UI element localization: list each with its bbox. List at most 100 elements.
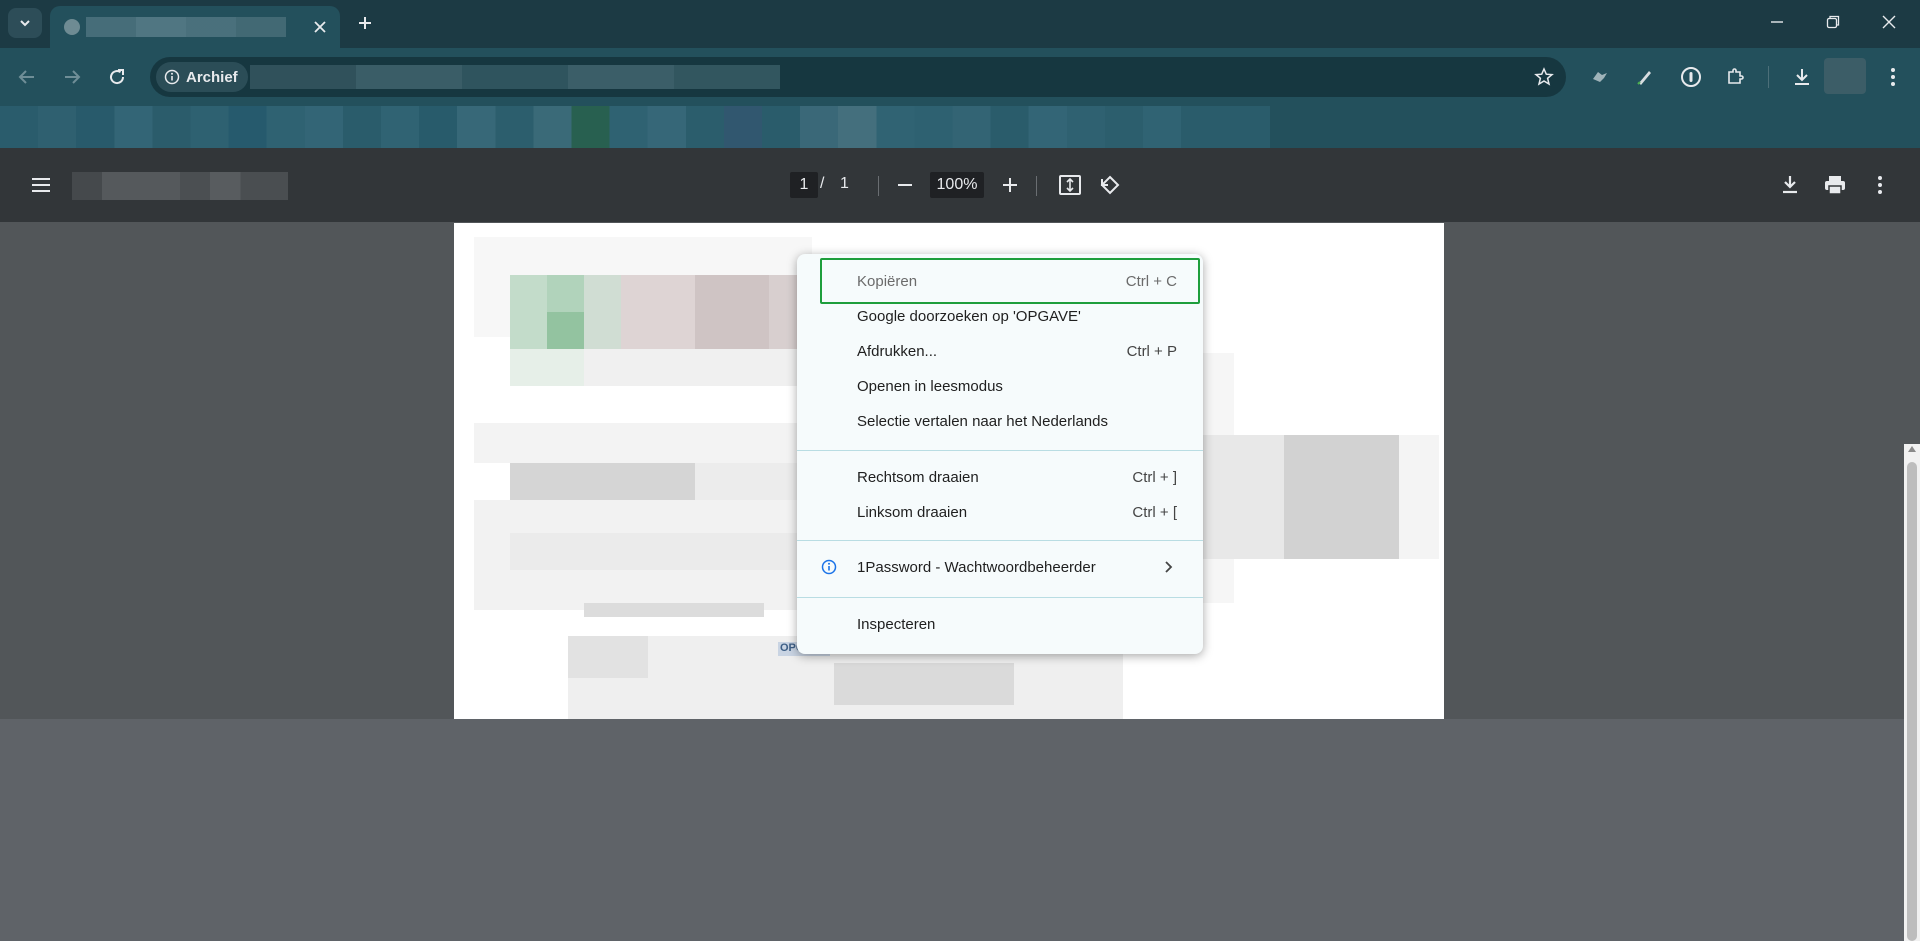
reload-icon bbox=[110, 69, 125, 85]
bookmarks-bar bbox=[0, 106, 1920, 148]
redacted-block bbox=[547, 312, 584, 349]
tab-close-button[interactable] bbox=[310, 17, 330, 37]
scrollbar-thumb[interactable] bbox=[1907, 462, 1917, 941]
page-separator: / bbox=[820, 175, 825, 192]
plus-icon bbox=[359, 17, 371, 29]
downloads-button[interactable] bbox=[1787, 62, 1817, 92]
menu-separator bbox=[797, 597, 1203, 598]
browser-toolbar: Archief bbox=[0, 48, 1920, 106]
password-manager-icon bbox=[1681, 67, 1701, 87]
redacted-block bbox=[547, 275, 584, 312]
menu-item-rotate-counterclockwise[interactable]: Linksom draaien Ctrl + [ bbox=[797, 495, 1203, 529]
redacted-block bbox=[584, 603, 764, 617]
close-icon bbox=[314, 21, 326, 33]
minimize-button[interactable] bbox=[1754, 0, 1800, 44]
pdf-print-button[interactable] bbox=[1820, 170, 1850, 200]
bookmark-star-button[interactable] bbox=[1532, 65, 1556, 89]
info-icon bbox=[164, 69, 180, 85]
redacted-block bbox=[510, 533, 805, 570]
more-vertical-icon bbox=[1891, 68, 1895, 86]
forward-arrow-icon bbox=[65, 70, 81, 84]
redacted-block bbox=[1399, 435, 1439, 559]
zoom-in-button[interactable] bbox=[995, 170, 1025, 200]
star-icon bbox=[1534, 67, 1554, 86]
back-button[interactable] bbox=[12, 62, 42, 92]
toolbar-divider bbox=[1768, 66, 1769, 88]
context-menu: Kopiëren Ctrl + C Google doorzoeken op '… bbox=[797, 254, 1203, 654]
zoom-out-button[interactable] bbox=[890, 170, 920, 200]
menu-item-inspect[interactable]: Inspecteren bbox=[797, 607, 1203, 641]
redacted-block bbox=[474, 423, 812, 463]
redacted-block bbox=[695, 275, 769, 349]
menu-item-label: Kopiëren bbox=[857, 272, 918, 290]
restore-icon bbox=[1826, 15, 1840, 29]
globe-icon bbox=[64, 19, 80, 35]
menu-item-google-search[interactable]: Google doorzoeken op 'OPGAVE' bbox=[797, 299, 1203, 333]
url-text-redacted bbox=[250, 65, 780, 89]
redacted-block bbox=[568, 636, 648, 678]
scroll-up-arrow-icon[interactable] bbox=[1908, 446, 1916, 452]
reload-button[interactable] bbox=[102, 62, 132, 92]
chevron-down-icon bbox=[20, 20, 30, 27]
download-icon bbox=[1783, 176, 1797, 194]
menu-item-rotate-clockwise[interactable]: Rechtsom draaien Ctrl + ] bbox=[797, 460, 1203, 494]
browser-menu-button[interactable] bbox=[1878, 62, 1908, 92]
menu-item-translate[interactable]: Selectie vertalen naar het Nederlands bbox=[797, 404, 1203, 438]
menu-item-shortcut: Ctrl + C bbox=[1125, 272, 1177, 290]
menu-item-label: Afdrukken... bbox=[857, 342, 938, 360]
menu-item-shortcut: Ctrl + [ bbox=[1132, 503, 1177, 521]
pen-extension-button[interactable] bbox=[1630, 62, 1660, 92]
rotate-icon bbox=[1100, 175, 1120, 195]
pen-extension-icon bbox=[1637, 71, 1651, 85]
pdf-toolbar-divider bbox=[1036, 176, 1037, 196]
hamburger-menu-icon bbox=[32, 178, 50, 192]
fit-page-button[interactable] bbox=[1055, 170, 1085, 200]
redacted-block bbox=[584, 349, 804, 386]
password-manager-button[interactable] bbox=[1676, 62, 1706, 92]
pdf-sidebar-menu-button[interactable] bbox=[26, 170, 56, 200]
pdf-title-redacted bbox=[72, 172, 288, 200]
rotate-button[interactable] bbox=[1095, 170, 1125, 200]
restore-button[interactable] bbox=[1810, 0, 1856, 44]
bird-extension-button[interactable] bbox=[1585, 62, 1615, 92]
puzzle-icon bbox=[1728, 68, 1744, 84]
minimize-icon bbox=[1771, 21, 1783, 23]
new-tab-button[interactable] bbox=[352, 10, 378, 36]
page-number-input[interactable]: 1 bbox=[790, 172, 818, 198]
redacted-block bbox=[1284, 435, 1399, 559]
bookmarks-redacted bbox=[0, 106, 1270, 148]
close-window-button[interactable] bbox=[1866, 0, 1912, 44]
redacted-block bbox=[834, 663, 1014, 705]
vertical-scrollbar[interactable] bbox=[1904, 444, 1920, 941]
forward-button[interactable] bbox=[57, 62, 87, 92]
menu-item-copy[interactable]: Kopiëren Ctrl + C bbox=[797, 264, 1203, 298]
close-icon bbox=[1882, 15, 1896, 29]
pdf-download-button[interactable] bbox=[1775, 170, 1805, 200]
extensions-button[interactable] bbox=[1720, 62, 1750, 92]
menu-item-shortcut: Ctrl + P bbox=[1126, 342, 1177, 360]
menu-item-1password[interactable]: 1Password - Wachtwoordbeheerder bbox=[797, 550, 1203, 584]
pdf-toolbar-divider bbox=[878, 176, 879, 196]
tab-title-redacted bbox=[86, 17, 286, 37]
address-bar[interactable]: Archief bbox=[150, 57, 1566, 97]
menu-separator bbox=[797, 540, 1203, 541]
active-tab[interactable] bbox=[50, 6, 340, 48]
menu-separator bbox=[797, 450, 1203, 451]
pdf-more-button[interactable] bbox=[1865, 170, 1895, 200]
redacted-block bbox=[584, 275, 621, 349]
profile-avatar-redacted[interactable] bbox=[1824, 58, 1866, 94]
print-icon bbox=[1825, 176, 1845, 195]
tab-search-button[interactable] bbox=[8, 8, 42, 38]
menu-item-label: Openen in leesmodus bbox=[857, 377, 1003, 395]
site-info-chip[interactable]: Archief bbox=[156, 62, 248, 92]
menu-item-print[interactable]: Afdrukken... Ctrl + P bbox=[797, 334, 1203, 368]
menu-item-reading-mode[interactable]: Openen in leesmodus bbox=[797, 369, 1203, 403]
redacted-block bbox=[510, 275, 547, 349]
menu-item-label: Rechtsom draaien bbox=[857, 468, 979, 486]
menu-item-label: Linksom draaien bbox=[857, 503, 968, 521]
zoom-level-input[interactable]: 100% bbox=[930, 172, 984, 198]
menu-item-label: 1Password - Wachtwoordbeheerder bbox=[857, 558, 1096, 576]
redacted-block bbox=[510, 349, 584, 386]
fit-page-icon bbox=[1059, 175, 1081, 195]
download-icon bbox=[1795, 69, 1809, 85]
